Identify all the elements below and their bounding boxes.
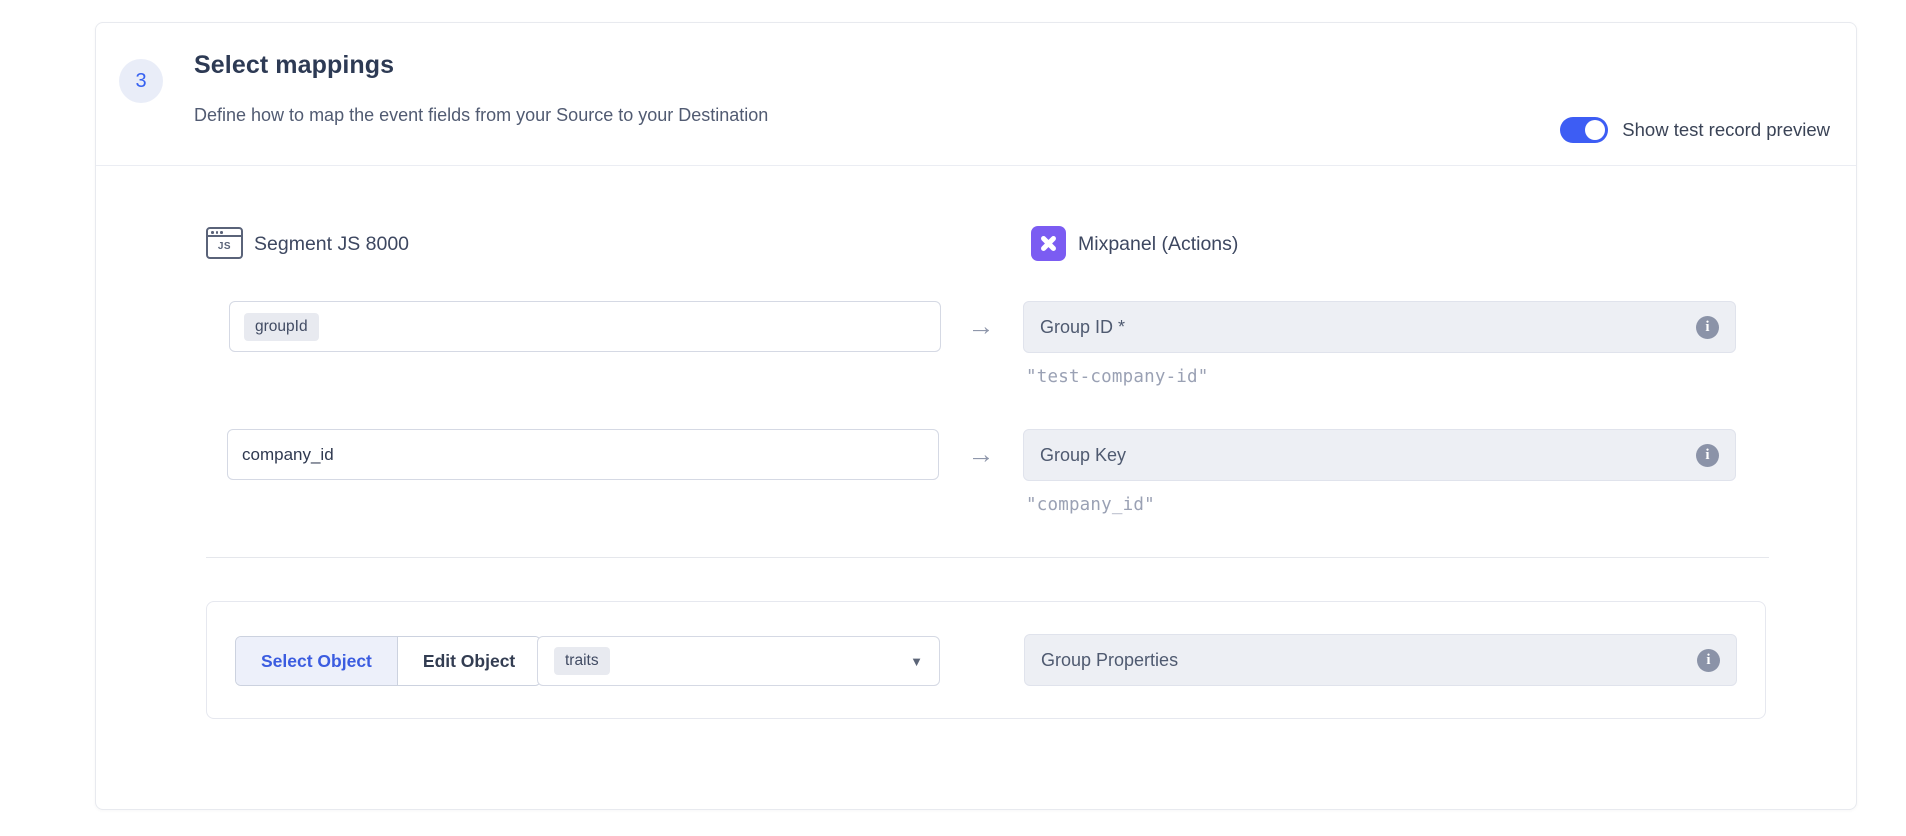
source-js-icon: JS [206,227,243,259]
destination-field-label: Group Properties [1041,650,1697,671]
destination-field-group-id: Group ID * i [1023,301,1736,353]
destination-field-group-properties: Group Properties i [1024,634,1737,686]
object-source-dropdown[interactable]: traits ▼ [537,636,940,686]
js-icon-titlebar [208,229,241,237]
select-mappings-card: 3 Select mappings Define how to map the … [95,22,1857,810]
dropdown-value-chip: traits [554,647,610,675]
card-header: 3 Select mappings Define how to map the … [96,23,1856,166]
info-icon[interactable]: i [1697,649,1720,672]
test-record-preview-toggle-group: Show test record preview [1560,117,1830,143]
step-number-badge: 3 [119,59,163,103]
js-icon-label: JS [208,241,241,252]
arrow-right-icon: → [958,313,1004,340]
page-title: Select mappings [194,51,394,80]
info-icon[interactable]: i [1696,316,1719,339]
destination-field-label: Group ID * [1040,317,1696,338]
page: 3 Select mappings Define how to map the … [0,0,1906,836]
mixpanel-icon [1031,226,1066,261]
source-field-chip[interactable]: groupId [244,313,319,341]
source-field-text: company_id [242,445,334,465]
test-record-preview-value: "test-company-id" [1026,367,1209,387]
section-divider [206,557,1769,558]
select-object-button[interactable]: Select Object [236,637,397,685]
show-test-record-toggle[interactable] [1560,117,1608,143]
arrow-right-icon: → [958,441,1004,468]
object-mapping-box: Select Object Edit Object traits ▼ → Gro… [206,601,1766,719]
destination-name: Mixpanel (Actions) [1078,233,1238,256]
source-name: Segment JS 8000 [254,233,409,256]
destination-field-group-key: Group Key i [1023,429,1736,481]
object-button-group: Select Object Edit Object [235,636,541,686]
page-subtitle: Define how to map the event fields from … [194,105,768,126]
destination-field-label: Group Key [1040,445,1696,466]
edit-object-button[interactable]: Edit Object [397,637,540,685]
toggle-label: Show test record preview [1622,119,1830,141]
source-field-input-groupid[interactable]: groupId [229,301,941,352]
chevron-down-icon: ▼ [910,654,923,669]
source-field-input-company-id[interactable]: company_id [227,429,939,480]
toggle-knob [1585,120,1605,140]
test-record-preview-value: "company_id" [1026,495,1155,515]
info-icon[interactable]: i [1696,444,1719,467]
